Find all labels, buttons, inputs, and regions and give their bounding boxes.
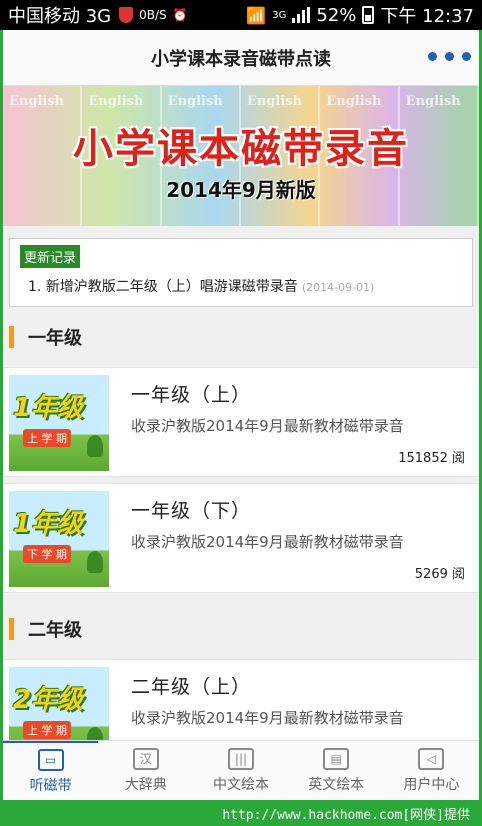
clock: 下午 12:37 [380,6,474,27]
promo-banner[interactable]: English English English English English … [3,86,479,226]
list-item[interactable]: 1年级 下 学 期 一年级（下） 收录沪教版2014年9月最新教材磁带录音 52… [3,483,479,593]
update-log-badge: 更新记录 [20,245,81,268]
tab-dictionary[interactable]: 汉 大辞典 [98,741,193,800]
section-marker [9,618,14,640]
update-entry-text: 1. 新增沪教版二年级（上）唱游课磁带录音 [28,279,298,295]
update-entry-date: (2014-09-01) [301,281,375,294]
tab-label: 听磁带 [29,777,72,794]
item-title: 二年级（上） [131,676,252,698]
update-log: 更新记录 1. 新增沪教版二年级（上）唱游课磁带录音 (2014-09-01) [9,238,473,307]
item-description: 收录沪教版2014年9月最新教材磁带录音 [131,533,404,551]
more-menu-icon[interactable] [428,52,471,61]
carrier-label: 中国移动 3G [8,6,112,27]
tab-english-picturebooks[interactable]: ▤ 英文绘本 [289,741,384,800]
grade-thumbnail: 1年级 上 学 期 [9,375,109,471]
tree-icon [87,551,103,573]
tab-label: 大辞典 [124,776,167,793]
battery-icon [362,6,375,24]
title-bar: 小学课本录音磁带点读 [3,30,479,86]
tab-label: 中文绘本 [213,776,269,793]
network-type: 3G [272,9,287,21]
data-rate: 0B/S [139,8,167,22]
status-icons: 0B/S ⏰ [119,7,188,23]
tab-label: 用户中心 [403,776,460,793]
read-count: 151852 阅 [398,451,465,466]
wifi-icon: 📶 [246,5,267,25]
cassette-icon: ▭ [37,748,64,771]
alarm-icon: ⏰ [172,8,188,22]
open-book-icon: ▤ [323,747,350,770]
tab-label: 英文绘本 [308,776,365,793]
tab-chinese-picturebooks[interactable]: ||| 中文绘本 [193,741,288,800]
tab-user-center[interactable]: ◁ 用户中心 [384,741,479,800]
item-description: 收录沪教版2014年9月最新教材磁带录音 [131,709,404,727]
status-bar: 中国移动 3G 0B/S ⏰ 📶 3G 52% 下午 12:37 [0,0,482,30]
bottom-tab-bar: ▭ 听磁带 汉 大辞典 ||| 中文绘本 ▤ 英文绘本 ◁ 用户中心 [3,740,479,800]
read-count: 5269 阅 [414,567,465,582]
watermark-footer: http://www.hackhome.com[网侠]提供 [0,800,482,826]
section-title: 一年级 [28,328,82,349]
grade-thumbnail: 1年级 下 学 期 [9,491,109,587]
watermark-text: http://www.hackhome.com[网侠]提供 [222,807,470,823]
page-title: 小学课本录音磁带点读 [151,48,331,70]
banner-headline: 小学课本磁带录音 [73,126,409,172]
item-title: 一年级（上） [131,384,252,406]
shield-icon [119,7,134,23]
tree-icon [87,435,103,457]
dictionary-icon: 汉 [132,747,159,770]
battery-percent: 52% [316,4,357,26]
status-right: 📶 3G 52% 下午 12:37 [246,2,474,28]
section-marker [9,326,14,348]
section-header: 一年级 [3,307,479,367]
fish-icon: ◁ [418,747,445,770]
item-title: 一年级（下） [131,500,252,522]
banner-subtitle: 2014年9月新版 [166,178,316,202]
section-title: 二年级 [28,620,82,641]
tab-listen[interactable]: ▭ 听磁带 [3,741,99,800]
update-entry[interactable]: 1. 新增沪教版二年级（上）唱游课磁带录音 (2014-09-01) [20,276,462,296]
section-header: 二年级 [3,599,479,659]
signal-icon [292,7,311,23]
app-screen: 小学课本录音磁带点读 English English English Engli… [3,30,479,800]
item-description: 收录沪教版2014年9月最新教材磁带录音 [131,417,404,435]
books-icon: ||| [228,747,254,770]
list-item[interactable]: 1年级 上 学 期 一年级（上） 收录沪教版2014年9月最新教材磁带录音 15… [3,367,479,477]
